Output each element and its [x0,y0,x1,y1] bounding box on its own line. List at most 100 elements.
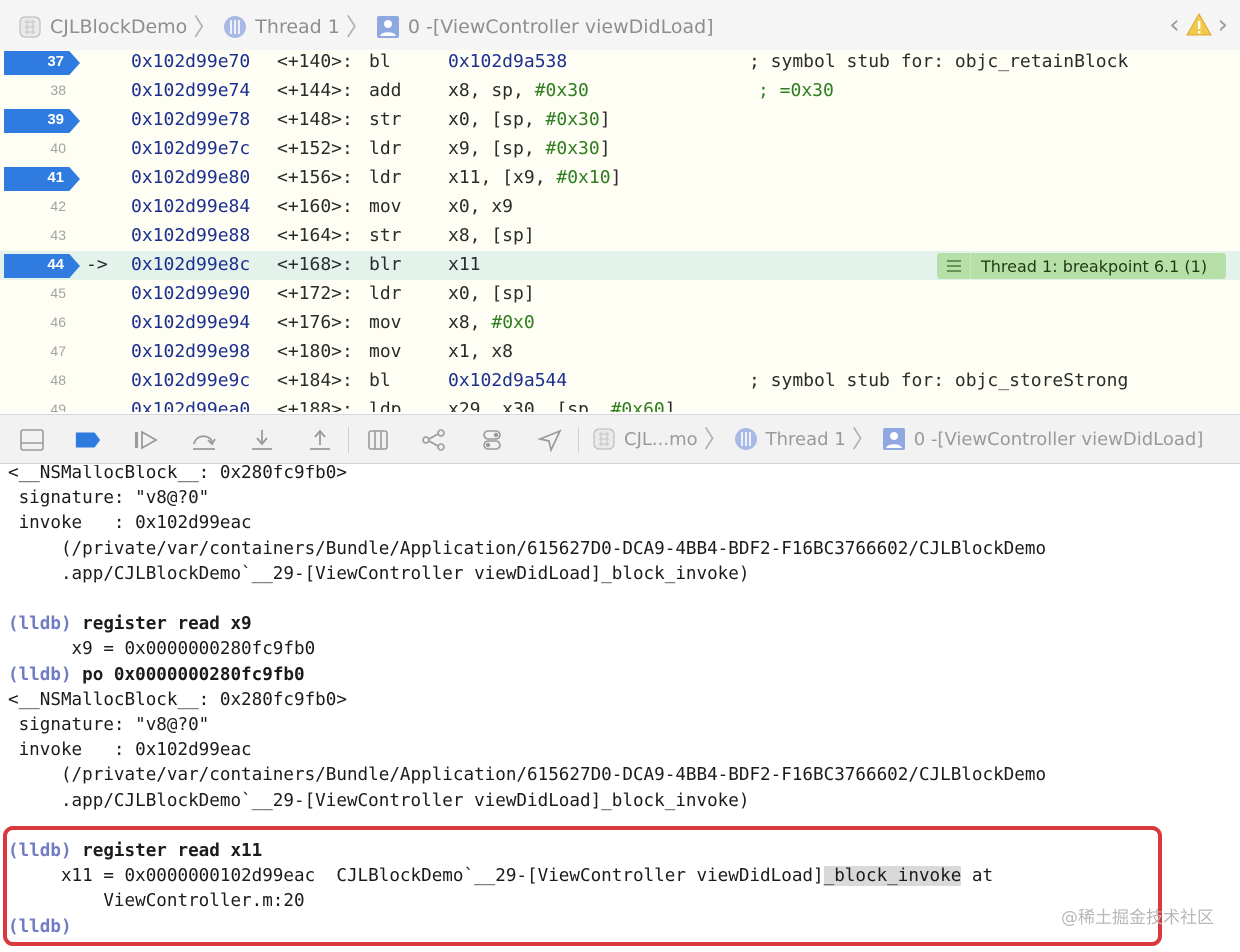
line-number: 43 [50,227,66,243]
chevron-right-icon: 〉 [703,425,728,453]
breakpoint-marker[interactable] [4,51,80,75]
operand-text: ] [610,167,622,188]
console-output-line: signature: "v8@?0" [8,713,210,738]
disassembly-line[interactable]: 49 0x102d99ea0 <+188>: ldp x29, x30, [sp, #0… [0,396,1240,412]
line-number: 39 [47,111,64,128]
line-gutter[interactable]: 43 [0,222,82,251]
instruction-offset: <+148>: [277,109,353,130]
instruction-operands: x29, x30, [sp, #0x60] [448,399,676,412]
breakpoint-annotation[interactable]: Thread 1: breakpoint 6.1 (1) [937,253,1226,279]
console-text: invoke : 0x102d99eac [8,740,252,761]
line-gutter[interactable]: 39 [0,106,82,135]
instruction-offset: <+180>: [277,341,353,362]
operand-text: x11 [448,254,481,275]
step-out-icon[interactable] [306,427,334,453]
instruction-operands: x9, [sp, #0x30] [448,138,611,159]
breakpoint-marker[interactable] [4,109,80,133]
hide-debug-area-icon[interactable] [18,427,46,453]
line-gutter[interactable]: 45 [0,280,82,309]
instruction-operands: x0, [sp] [448,283,535,304]
view-hierarchy-icon[interactable] [364,427,392,453]
operand-text: x29, x30, [sp, [448,399,611,412]
chevron-left-icon[interactable]: ‹ [1167,12,1181,38]
disassembly-line[interactable]: 37 0x102d99e70 <+140>: bl 0x102d9a538 ; symbo… [0,50,1240,77]
step-over-icon[interactable] [190,427,218,453]
instruction-offset: <+172>: [277,283,353,304]
operand-immediate: #0x60 [610,399,665,412]
line-gutter[interactable]: 48 [0,367,82,396]
breadcrumb-thread[interactable]: Thread 1 [223,15,340,39]
debug-crumb-thread[interactable]: Thread 1 [766,429,846,450]
instruction-offset: <+152>: [277,138,353,159]
instruction-offset: <+156>: [277,167,353,188]
operand-text: x0, [sp, [448,109,546,130]
disassembly-line[interactable]: 40 0x102d99e7c <+152>: ldr x9, [sp, #0x30] [0,135,1240,164]
breakpoint-marker[interactable] [4,254,80,278]
chevron-right-icon: 〉 [345,12,370,41]
console-text: (/private/var/containers/Bundle/Applicat… [8,538,1047,559]
watermark: @稀土掘金技术社区 [1061,908,1214,928]
breakpoint-marker[interactable] [4,167,80,191]
step-into-icon[interactable] [248,427,276,453]
instruction-mnemonic: mov [369,312,402,333]
operand-immediate: #0x0 [491,312,535,333]
lldb-prompt: (lldb) [8,664,72,685]
line-gutter[interactable]: 41 [0,164,82,193]
continue-icon[interactable] [132,427,160,453]
line-gutter[interactable]: 38 [0,77,82,106]
line-number: 41 [47,169,64,186]
disassembly-view[interactable]: 37 0x102d99e70 <+140>: bl 0x102d9a538 ; symbo… [0,50,1240,412]
line-number: 37 [47,53,64,70]
breadcrumb-project[interactable]: CJLBlockDemo [18,15,187,39]
breadcrumb-project-label: CJLBlockDemo [50,15,188,38]
disassembly-line[interactable]: 44 -> 0x102d99e8c <+168>: blr x11 Thread 1: br… [0,251,1240,280]
line-gutter[interactable]: 49 [0,396,82,412]
line-gutter[interactable]: 46 [0,309,82,338]
toolbar-divider [348,427,349,453]
debug-crumb-project[interactable]: CJL...mo [624,429,698,450]
operand-text: x8, [sp] [448,225,535,246]
operand-text: x1, x8 [448,341,514,362]
disassembly-line[interactable]: 41 0x102d99e80 <+156>: ldr x11, [x9, #0x10] [0,164,1240,193]
breakpoints-toggle-icon[interactable] [74,427,102,453]
memory-graph-icon[interactable] [420,427,448,453]
line-number: 38 [50,82,66,98]
disassembly-line[interactable]: 39 0x102d99e78 <+148>: str x0, [sp, #0x30] [0,106,1240,135]
disassembly-line[interactable]: 47 0x102d99e98 <+180>: mov x1, x8 [0,338,1240,367]
menu-lines-icon[interactable] [937,253,971,279]
console-text: <__NSMallocBlock__: 0x280fc9fb0> [8,465,347,483]
disassembly-line[interactable]: 42 0x102d99e84 <+160>: mov x0, x9 [0,193,1240,222]
thread-icon [223,15,247,39]
chevron-right-icon: 〉 [193,12,218,41]
disassembly-line[interactable]: 45 0x102d99e90 <+172>: ldr x0, [sp] [0,280,1240,309]
operand-text: x0, x9 [448,196,514,217]
breadcrumb-frame[interactable]: 0 -[ViewController viewDidLoad] [376,15,714,39]
console-output-line: .app/CJLBlockDemo`__29-[ViewController v… [8,562,750,587]
disassembly-line[interactable]: 38 0x102d99e74 <+144>: add x8, sp, #0x30 ; =0… [0,77,1240,106]
simulate-location-icon[interactable] [536,427,564,453]
line-gutter[interactable]: 47 [0,338,82,367]
disassembly-line[interactable]: 43 0x102d99e88 <+164>: str x8, [sp] [0,222,1240,251]
instruction-address: 0x102d99e80 [131,167,251,188]
warning-icon[interactable] [1185,12,1212,38]
console-text: signature: "v8@?0" [8,488,210,509]
line-gutter[interactable]: 37 [0,50,82,77]
chevron-right-icon[interactable]: › [1216,12,1230,38]
instruction-address: 0x102d99e78 [131,109,251,130]
disassembly-line[interactable]: 48 0x102d99e9c <+184>: bl 0x102d9a544 ; symbo… [0,367,1240,396]
debug-crumb-frame[interactable]: 0 -[ViewController viewDidLoad] [914,429,1204,450]
instruction-comment: ; symbol stub for: objc_storeStrong [749,370,1129,391]
instruction-operand: 0x102d9a538 [448,51,568,72]
operand-text: ] [664,399,676,412]
instruction-operands: x8, [sp] [448,225,535,246]
breadcrumb-thread-label: Thread 1 [255,15,340,38]
environment-overrides-icon[interactable] [478,427,506,453]
instruction-mnemonic: ldr [369,283,402,304]
disassembly-line[interactable]: 46 0x102d99e94 <+176>: mov x8, #0x0 [0,309,1240,338]
instruction-operands: x8, #0x0 [448,312,535,333]
operand-text: ] [599,109,611,130]
line-gutter[interactable]: 44 [0,251,82,280]
line-gutter[interactable]: 40 [0,135,82,164]
line-gutter[interactable]: 42 [0,193,82,222]
instruction-address: 0x102d99e7c [131,138,251,159]
